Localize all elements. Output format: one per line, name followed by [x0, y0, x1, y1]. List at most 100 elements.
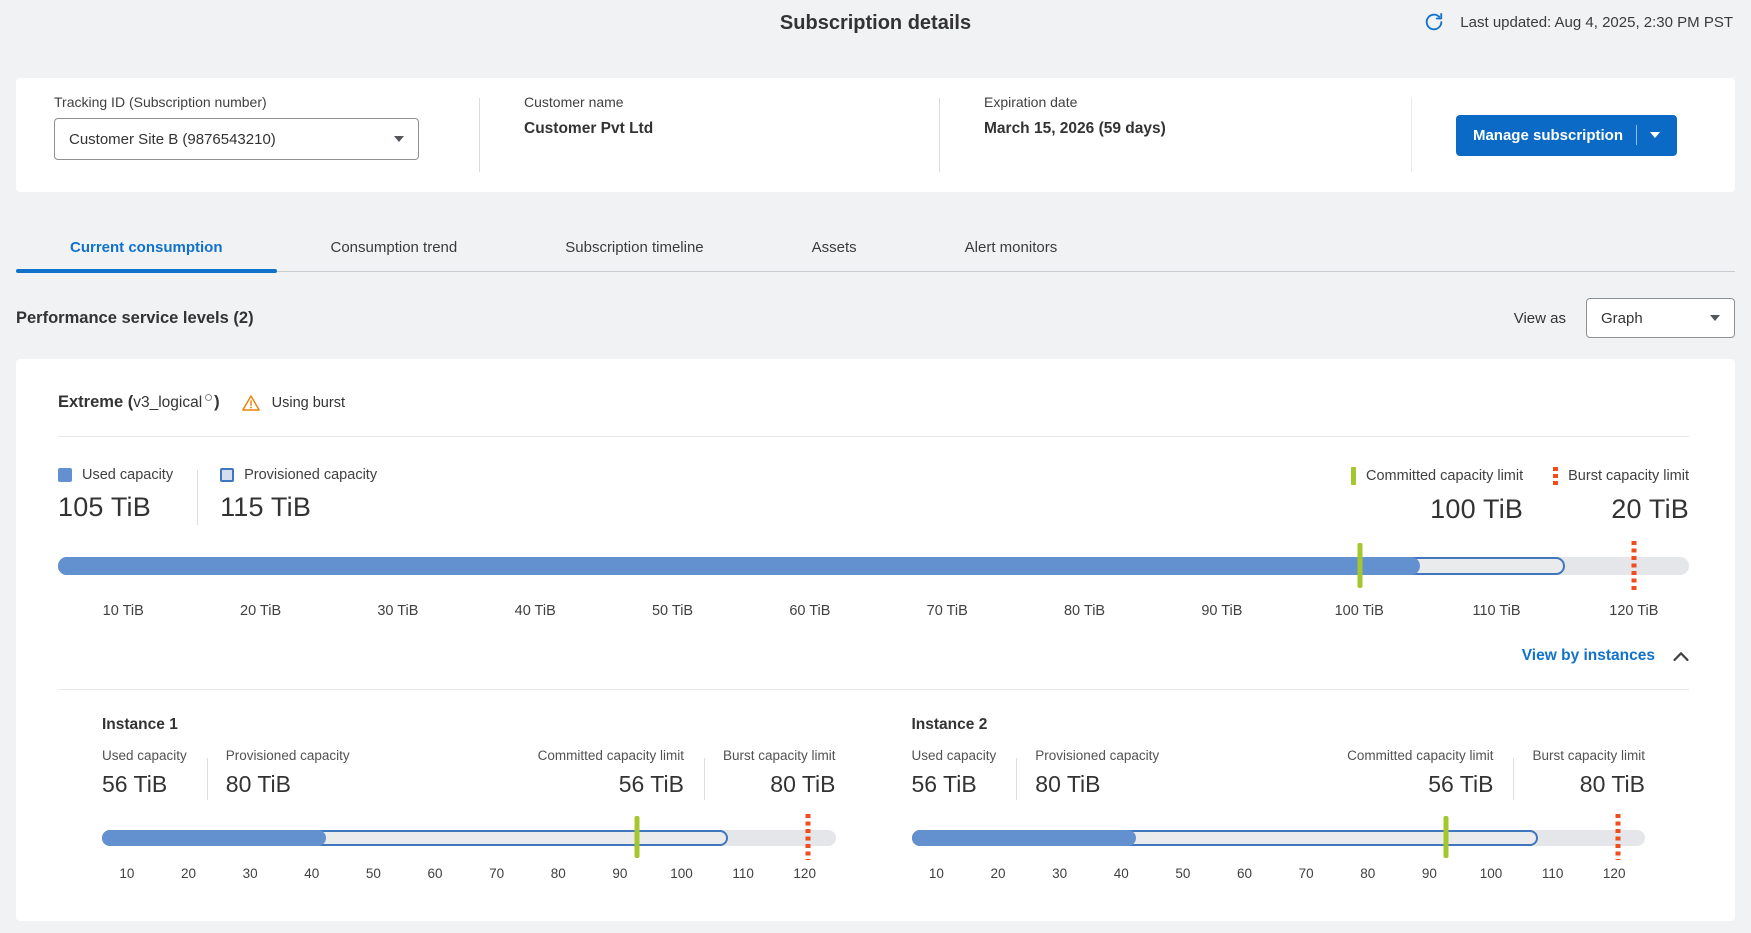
burst-limit-value: 80 TiB	[723, 771, 836, 798]
instance-panel-instance-2: Instance 2 Used capacity56 TiBProvisioned…	[912, 716, 1646, 884]
axis-tick-label: 50	[366, 866, 381, 881]
divider	[207, 758, 208, 800]
service-level-name: Extreme (v3_logical)	[58, 393, 220, 412]
burst-limit-label: Burst capacity limit	[723, 748, 836, 763]
burst-limit-legend: Burst capacity limit 20 TiB	[1553, 467, 1689, 525]
chevron-down-icon[interactable]	[1650, 132, 1660, 138]
instance-stats-row: Used capacity56 TiBProvisioned capacity8…	[912, 748, 1646, 800]
info-icon[interactable]	[205, 394, 212, 401]
burst-limit-marker	[1631, 541, 1636, 591]
axis-tick-label: 70	[489, 866, 504, 881]
divider	[704, 758, 705, 800]
burst-limit-value: 20 TiB	[1553, 494, 1689, 525]
subscription-info-bar: Tracking ID (Subscription number) Custom…	[16, 78, 1735, 192]
used-capacity-bar	[912, 830, 1136, 846]
tab-consumption-trend[interactable]: Consumption trend	[277, 224, 512, 271]
service-level-card: Extreme (v3_logical) Using burst Used ca…	[16, 359, 1735, 921]
axis-tick-label: 60	[427, 866, 442, 881]
committed-limit-label: Committed capacity limit	[1347, 748, 1493, 763]
committed-limit-label: Committed capacity limit	[538, 748, 684, 763]
tab-assets[interactable]: Assets	[758, 224, 911, 271]
capacity-gauge	[58, 541, 1689, 591]
axis-tick-label: 60 TiB	[789, 603, 830, 619]
axis-tick-label: 100	[1480, 866, 1503, 881]
provisioned-capacity-swatch	[220, 468, 234, 482]
axis-tick-label: 40	[304, 866, 319, 881]
committed-limit-swatch	[1351, 467, 1356, 485]
instance-capacity-gauge	[912, 816, 1646, 860]
warning-icon	[241, 394, 261, 412]
view-as-select[interactable]: Graph	[1586, 298, 1735, 338]
axis-tick-label: 110	[1542, 866, 1564, 881]
axis-tick-label: 120	[1603, 866, 1626, 881]
axis-tick-label: 20	[181, 866, 196, 881]
provisioned-capacity-label: Provisioned capacity	[1035, 748, 1159, 763]
used-capacity-label: Used capacity	[912, 748, 997, 763]
divider	[197, 470, 198, 525]
service-level-name-value: v3_logical	[133, 394, 202, 411]
manage-subscription-button[interactable]: Manage subscription	[1456, 115, 1677, 156]
axis-tick-label: 90	[1422, 866, 1437, 881]
divider	[939, 98, 940, 172]
provisioned-capacity-stat: Provisioned capacity 80 TiB	[1035, 748, 1159, 798]
burst-limit-swatch	[1553, 467, 1558, 485]
service-level-name-suffix: )	[214, 393, 220, 411]
tracking-id-value: Customer Site B (9876543210)	[69, 131, 276, 148]
axis-tick-label: 90	[612, 866, 627, 881]
burst-limit-marker	[806, 814, 811, 860]
provisioned-capacity-label: Provisioned capacity	[226, 748, 350, 763]
chevron-up-icon	[1673, 652, 1689, 661]
view-as-value: Graph	[1601, 310, 1643, 327]
capacity-legend: Used capacity 105 TiB Provisioned capaci…	[58, 467, 1689, 525]
axis-tick-label: 90 TiB	[1201, 603, 1242, 619]
burst-limit-marker	[1615, 814, 1620, 860]
used-capacity-legend: Used capacity 105 TiB	[58, 467, 173, 523]
tab-current-consumption[interactable]: Current consumption	[16, 224, 277, 271]
burst-limit-label: Burst capacity limit	[1532, 748, 1645, 763]
committed-limit-marker	[1357, 543, 1362, 588]
provisioned-capacity-value: 80 TiB	[226, 771, 350, 798]
instance-capacity-gauge	[102, 816, 836, 860]
tracking-id-label: Tracking ID (Subscription number)	[54, 94, 479, 110]
axis-tick-label: 100 TiB	[1335, 603, 1384, 619]
last-updated-area: Last updated: Aug 4, 2025, 2:30 PM PST	[1423, 11, 1733, 33]
manage-subscription-label: Manage subscription	[1473, 127, 1623, 144]
used-capacity-stat: Used capacity56 TiB	[102, 748, 187, 798]
divider	[58, 689, 1689, 690]
refresh-icon[interactable]	[1423, 11, 1445, 33]
committed-limit-value: 100 TiB	[1351, 494, 1523, 525]
burst-limit-stat: Burst capacity limit80 TiB	[1532, 748, 1645, 800]
axis-tick-label: 70 TiB	[927, 603, 968, 619]
axis-tick-label: 30 TiB	[377, 603, 418, 619]
axis-tick-label: 10 TiB	[103, 603, 144, 619]
button-divider	[1636, 125, 1637, 145]
customer-name-section: Customer name Customer Pvt Ltd	[524, 78, 939, 192]
expiration-date-section: Expiration date March 15, 2026 (59 days)	[984, 78, 1411, 192]
committed-limit-stat: Committed capacity limit56 TiB	[1347, 748, 1493, 800]
expiration-date-label: Expiration date	[984, 94, 1411, 110]
burst-status-text: Using burst	[272, 395, 345, 411]
view-by-instances-link[interactable]: View by instances	[1522, 647, 1689, 665]
provisioned-capacity-value: 80 TiB	[1035, 771, 1159, 798]
tracking-id-select[interactable]: Customer Site B (9876543210)	[54, 118, 419, 160]
instances-section: Instance 1 Used capacity56 TiB Provisioned…	[58, 716, 1689, 884]
axis-tick-label: 80 TiB	[1064, 603, 1105, 619]
axis-tick-label: 110	[732, 866, 754, 881]
divider	[1513, 758, 1514, 800]
tab-subscription-timeline[interactable]: Subscription timeline	[511, 224, 757, 271]
provisioned-capacity-value: 115 TiB	[220, 492, 377, 523]
instance-title: Instance 1	[102, 716, 836, 734]
instance-stats-row: Used capacity56 TiB Provisioned capacity 8…	[102, 748, 836, 800]
customer-name-value: Customer Pvt Ltd	[524, 120, 939, 138]
axis-tick-label: 40 TiB	[515, 603, 556, 619]
axis-tick-label: 10	[119, 866, 134, 881]
axis-tick-label: 50 TiB	[652, 603, 693, 619]
instance-title: Instance 2	[912, 716, 1646, 734]
used-capacity-swatch	[58, 468, 72, 482]
service-level-title-row: Extreme (v3_logical) Using burst	[58, 393, 1689, 412]
committed-limit-legend: Committed capacity limit 100 TiB	[1351, 467, 1523, 525]
axis-tick-label: 20 TiB	[240, 603, 281, 619]
instance-panel-instance-1: Instance 1 Used capacity56 TiB Provisioned…	[102, 716, 836, 884]
tab-alert-monitors[interactable]: Alert monitors	[911, 224, 1112, 271]
committed-limit-marker	[1444, 816, 1449, 858]
